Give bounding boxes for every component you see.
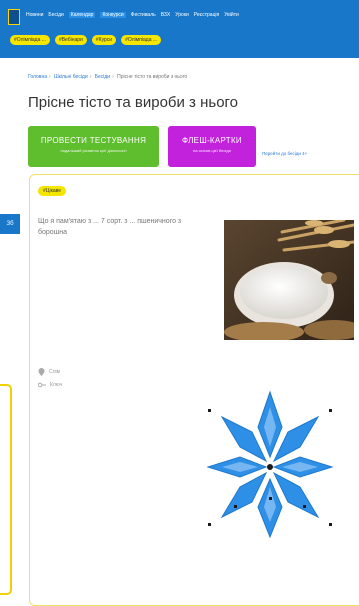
chip[interactable]: #Вебінари xyxy=(54,35,87,45)
breadcrumb-separator: › xyxy=(89,74,92,80)
chip-row: #Олімпіада ... #Вебінари #Курси #Олімпіа… xyxy=(10,35,162,45)
left-side-panel xyxy=(0,384,12,595)
breadcrumb-item[interactable]: Бесіди xyxy=(95,74,110,80)
start-test-sublabel: подальший розвиток цієї діяльності xyxy=(60,148,127,153)
top-navigation: Новини Бесіди Календар Конкурси Фестивал… xyxy=(0,0,359,58)
meta-key: Ключ xyxy=(38,382,62,388)
meta-key-text: Ключ xyxy=(50,382,63,388)
wheat-flour-photo xyxy=(224,220,354,340)
nav-link[interactable]: Бесіди xyxy=(48,12,63,18)
nav-link[interactable]: Уроки xyxy=(175,12,189,18)
side-link[interactable]: Перейти до бесіди 4+ xyxy=(262,151,307,156)
meta-location: Слім xyxy=(38,368,60,376)
topic-badge[interactable]: #Цікаве xyxy=(38,186,67,196)
breadcrumb: Головна › Шкільні бесіди › Бесіди › Прісне … xyxy=(28,74,187,80)
embroidery-star-ornament xyxy=(206,390,334,539)
nav-link[interactable]: ВЗХ xyxy=(161,12,171,18)
left-side-tab[interactable]: Зб xyxy=(0,214,20,234)
flash-cards-label: ФЛЕШ-КАРТКИ xyxy=(182,136,242,145)
nav-link[interactable]: Новини xyxy=(26,12,43,18)
breadcrumb-separator: › xyxy=(112,74,114,80)
flash-cards-sublabel: на основі цієї бесіди xyxy=(193,148,231,153)
page-title: Прісне тісто та вироби з нього xyxy=(28,94,239,111)
breadcrumb-item[interactable]: Головна xyxy=(28,74,47,80)
site-logo[interactable] xyxy=(8,9,20,25)
nav-link[interactable]: Календар xyxy=(68,12,96,18)
start-test-button[interactable]: ПРОВЕСТИ ТЕСТУВАННЯ подальший розвиток ц… xyxy=(28,126,159,167)
meta-location-text: Слім xyxy=(49,369,61,375)
breadcrumb-separator: › xyxy=(49,74,51,80)
chip[interactable]: #Курси xyxy=(91,35,117,45)
key-icon xyxy=(38,382,46,388)
chip[interactable]: #Олімпіада ... xyxy=(121,35,162,45)
nav-link[interactable]: Увійти xyxy=(224,12,239,18)
nav-links: Новини Бесіди Календар Конкурси Фестивал… xyxy=(26,12,239,18)
start-test-label: ПРОВЕСТИ ТЕСТУВАННЯ xyxy=(40,136,147,145)
breadcrumb-item[interactable]: Шкільні бесіди xyxy=(54,74,88,80)
flash-cards-button[interactable]: ФЛЕШ-КАРТКИ на основі цієї бесіди xyxy=(168,126,256,167)
chip[interactable]: #Олімпіада ... xyxy=(10,35,50,45)
location-pin-icon xyxy=(38,368,45,376)
nav-link[interactable]: Конкурси xyxy=(100,12,126,18)
nav-link[interactable]: Фестиваль xyxy=(131,12,156,18)
breadcrumb-current: Прісне тісто та вироби з нього xyxy=(117,74,188,80)
card-quote: Що я пам'ятаю з ... 7 сорт. з ... пшенич… xyxy=(38,218,182,236)
nav-link[interactable]: Реєстрація xyxy=(194,12,219,18)
